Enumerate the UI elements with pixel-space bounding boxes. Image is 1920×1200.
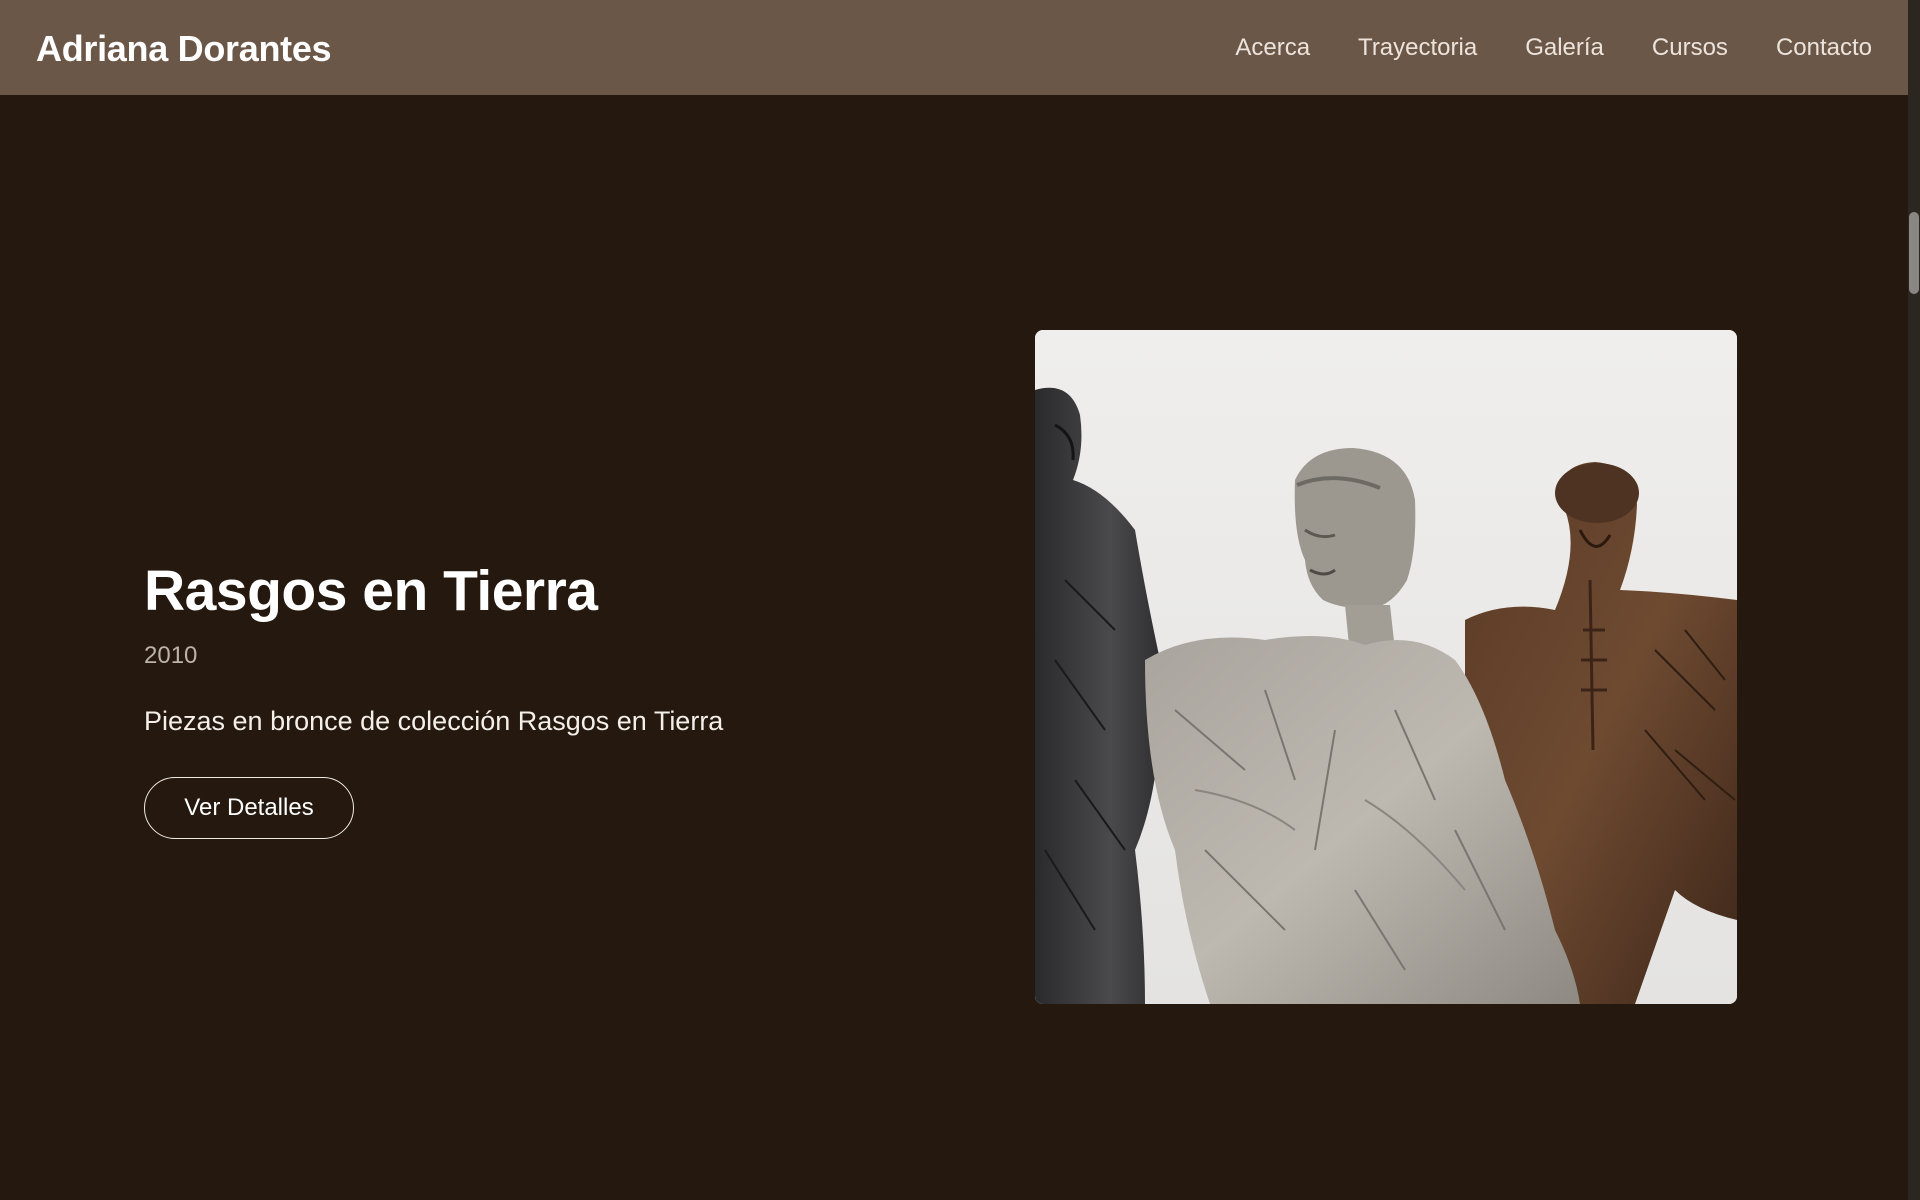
site-brand[interactable]: Adriana Dorantes xyxy=(36,28,332,70)
view-details-button[interactable]: Ver Detalles xyxy=(144,777,354,839)
page-scrollbar[interactable] xyxy=(1908,0,1920,1200)
page: Adriana Dorantes Acerca Trayectoria Gale… xyxy=(0,0,1920,1200)
hero-section: Rasgos en Tierra 2010 Piezas en bronce d… xyxy=(144,555,964,839)
top-navbar: Adriana Dorantes Acerca Trayectoria Gale… xyxy=(0,0,1908,95)
main-nav: Acerca Trayectoria Galería Cursos Contac… xyxy=(1187,34,1872,62)
artwork-year: 2010 xyxy=(144,642,198,669)
sculpture-photo xyxy=(1035,330,1737,1004)
nav-link-cursos[interactable]: Cursos xyxy=(1652,34,1728,62)
nav-link-trayectoria[interactable]: Trayectoria xyxy=(1358,34,1477,62)
nav-link-acerca[interactable]: Acerca xyxy=(1235,34,1310,62)
scrollbar-thumb[interactable] xyxy=(1909,212,1919,294)
nav-link-contacto[interactable]: Contacto xyxy=(1776,34,1872,62)
artwork-title: Rasgos en Tierra xyxy=(144,559,598,623)
nav-link-galeria[interactable]: Galería xyxy=(1525,34,1604,62)
artwork-image xyxy=(1035,330,1737,1004)
artwork-description: Piezas en bronce de colección Rasgos en … xyxy=(144,706,724,736)
